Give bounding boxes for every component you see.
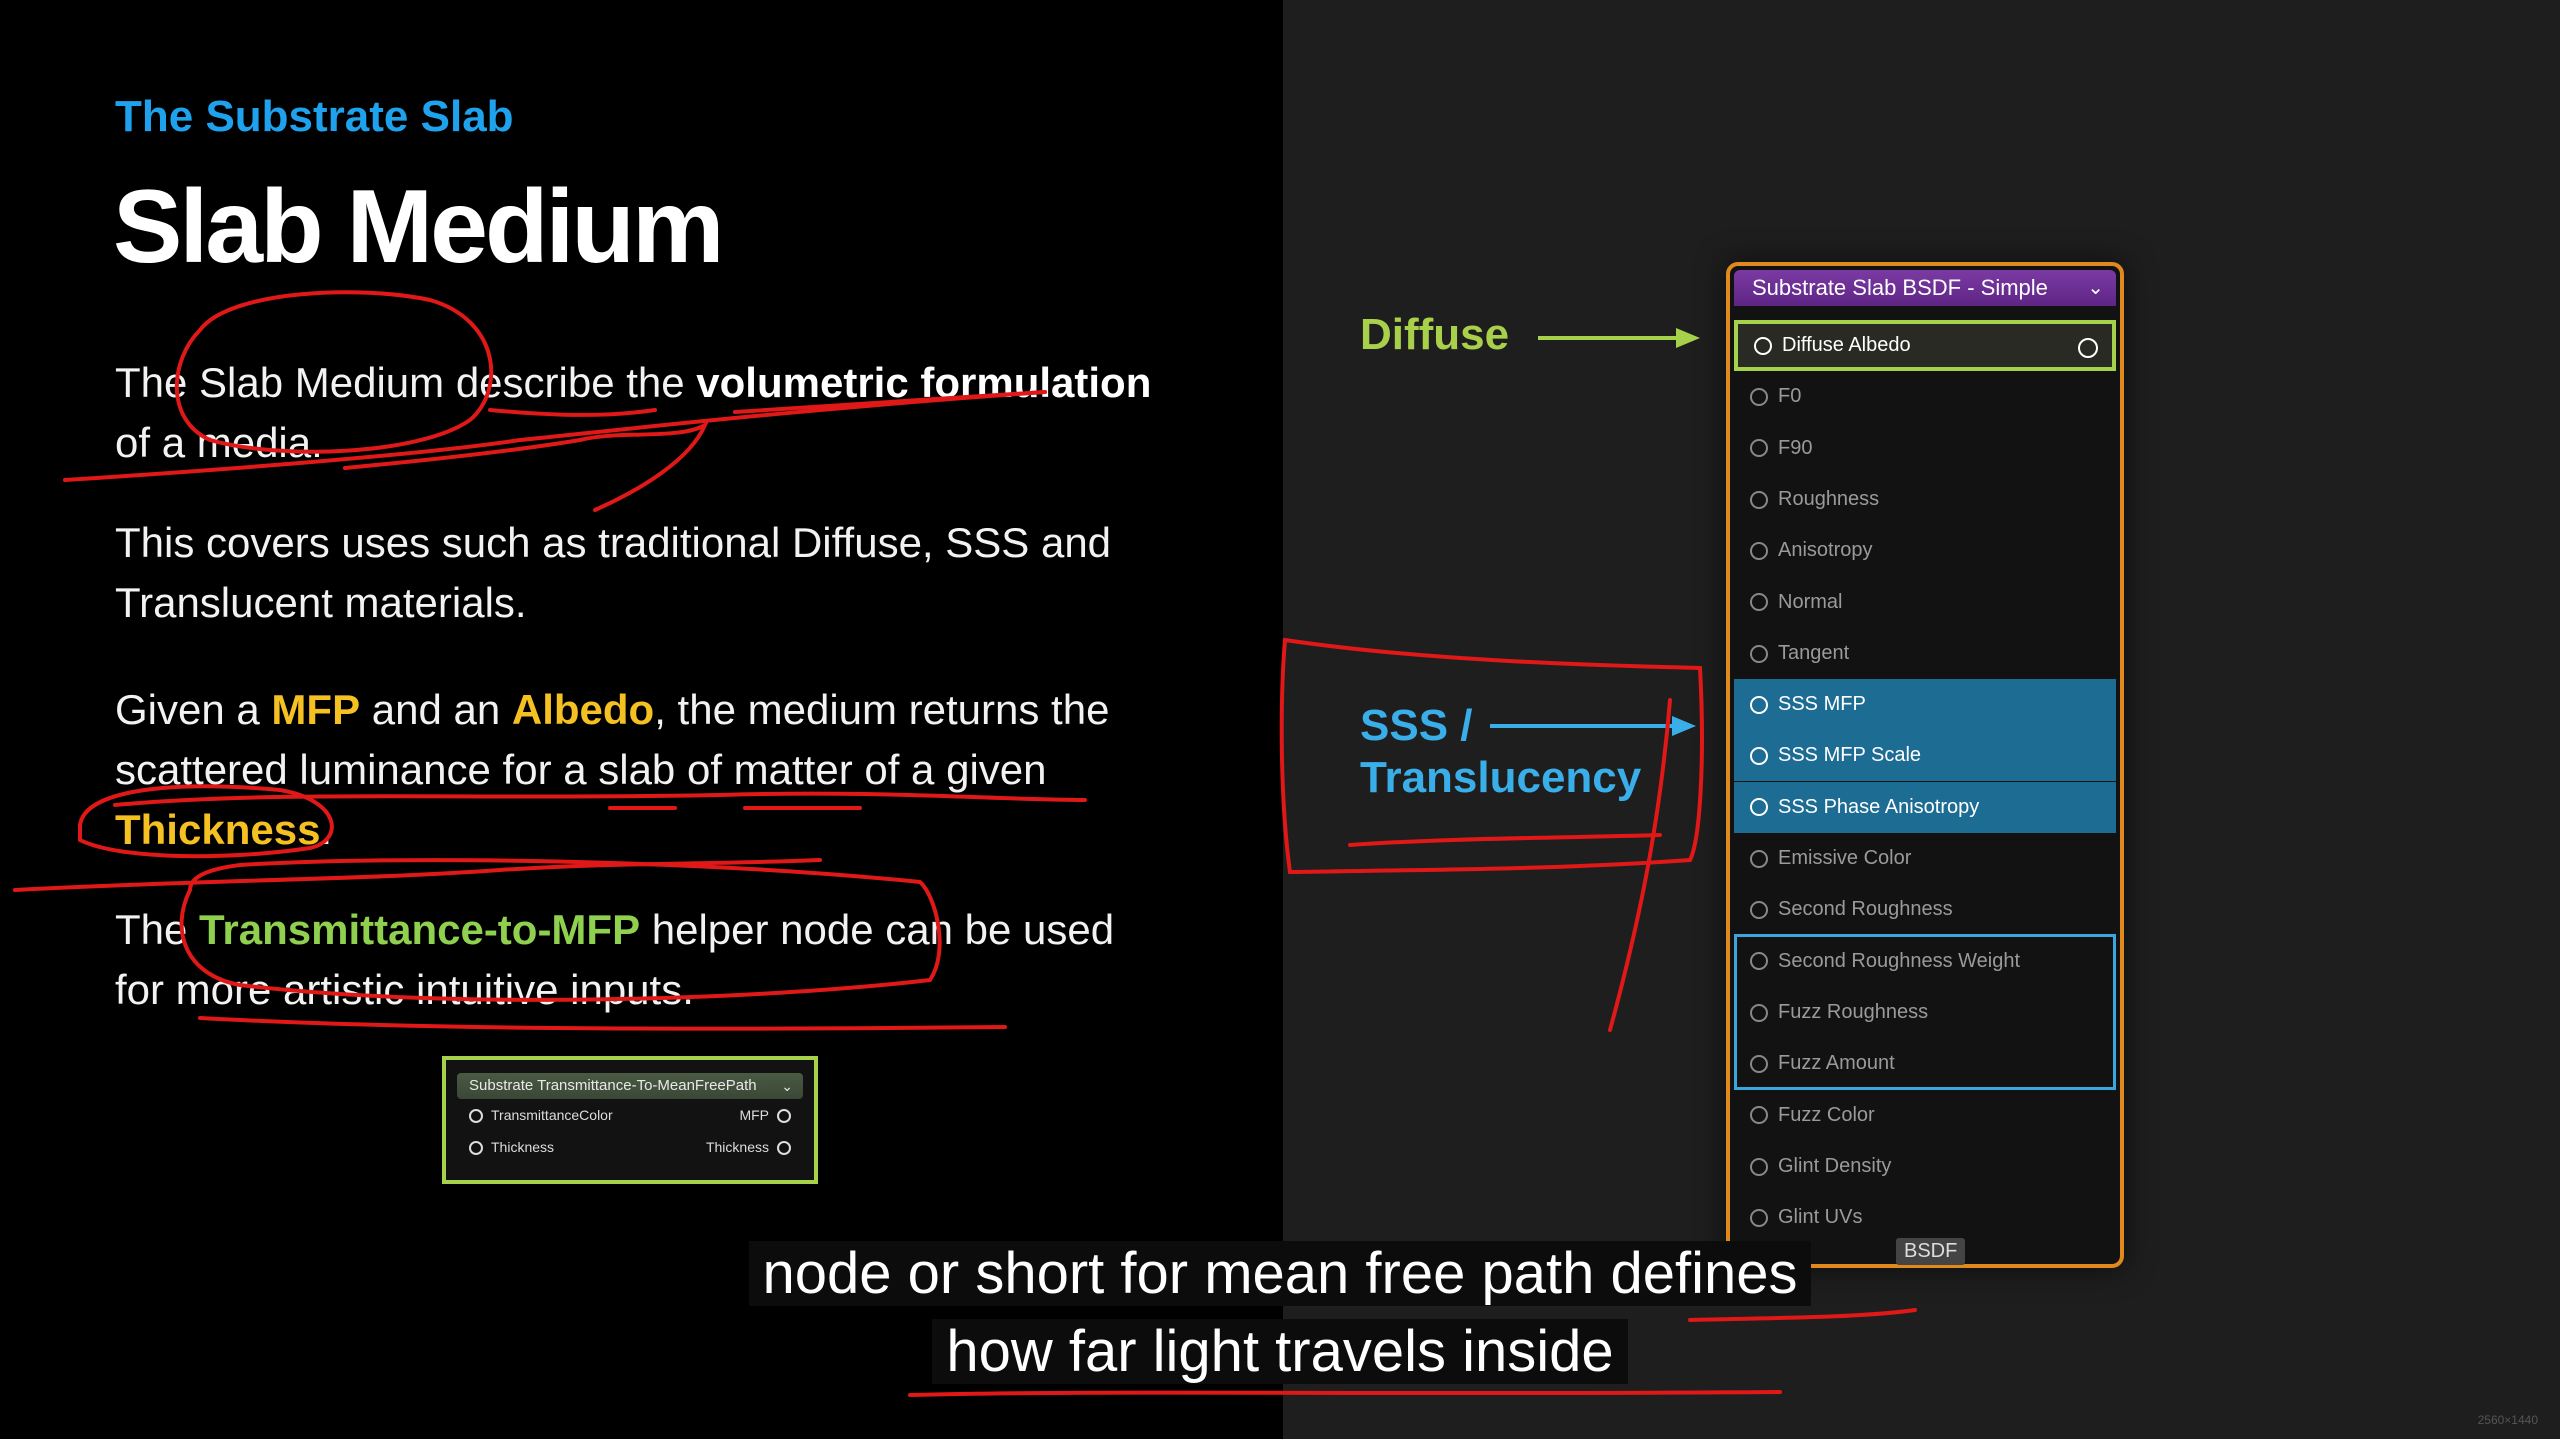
helper-output-thickness: Thickness bbox=[705, 1139, 769, 1155]
bsdf-pin-diffuse-albedo[interactable]: Diffuse Albedo bbox=[1734, 320, 2116, 371]
input-pin-icon[interactable] bbox=[1750, 849, 1768, 868]
bsdf-pin-label: Glint UVs bbox=[1778, 1206, 1863, 1229]
bsdf-pin-glint-density[interactable]: Glint Density bbox=[1734, 1141, 2116, 1192]
bsdf-pin-sss-phase-anisotropy[interactable]: SSS Phase Anisotropy bbox=[1734, 781, 2116, 833]
bsdf-pin-label: F90 bbox=[1778, 436, 1813, 459]
bsdf-pin-sss-mfp[interactable]: SSS MFP bbox=[1734, 679, 2116, 731]
bsdf-pin-label: Second Roughness bbox=[1778, 898, 1953, 921]
bsdf-pin-label: Second Roughness Weight bbox=[1778, 949, 2021, 972]
p1-text-1: The Slab Medium describe the bbox=[115, 359, 697, 406]
subtitle-line-1: node or short for mean free path defines bbox=[0, 1240, 2560, 1307]
bsdf-pin-label: Anisotropy bbox=[1778, 539, 1873, 562]
input-pin-icon[interactable] bbox=[1750, 901, 1768, 920]
slide-title: Slab Medium bbox=[113, 169, 724, 285]
input-pin-icon[interactable] bbox=[1750, 747, 1768, 766]
bsdf-pin-fuzz-roughness[interactable]: Fuzz Roughness bbox=[1734, 987, 2116, 1038]
label-sss-line1: SSS / bbox=[1360, 701, 1473, 750]
p3-text-1: Given a bbox=[115, 686, 272, 733]
input-pin-icon[interactable] bbox=[1750, 1054, 1768, 1073]
bsdf-pin-label: SSS Phase Anisotropy bbox=[1778, 795, 1980, 818]
bsdf-pin-label: Glint Density bbox=[1778, 1154, 1892, 1177]
input-pin-icon[interactable] bbox=[469, 1109, 483, 1124]
input-pin-icon[interactable] bbox=[1750, 798, 1768, 817]
p3-thickness: Thickness bbox=[115, 806, 321, 853]
bsdf-pin-label: Fuzz Amount bbox=[1778, 1052, 1895, 1075]
helper-node-row: TransmittanceColor MFP bbox=[457, 1099, 803, 1131]
bsdf-pin-emissive-color[interactable]: Emissive Color bbox=[1734, 833, 2116, 884]
bsdf-pin-sss-mfp-scale[interactable]: SSS MFP Scale bbox=[1734, 730, 2116, 782]
label-sss-line2: Translucency bbox=[1360, 753, 1642, 802]
bsdf-pin-second-roughness-weight[interactable]: Second Roughness Weight bbox=[1734, 936, 2116, 987]
chevron-down-icon[interactable]: ⌄ bbox=[781, 1073, 793, 1099]
p3-text-2: and an bbox=[360, 686, 512, 733]
helper-node-title: Substrate Transmittance-To-MeanFreePath bbox=[469, 1077, 757, 1094]
input-pin-icon[interactable] bbox=[1754, 336, 1772, 355]
input-pin-icon[interactable] bbox=[1750, 388, 1768, 407]
bsdf-pin-tangent[interactable]: Tangent bbox=[1734, 628, 2116, 679]
helper-input-thickness: Thickness bbox=[491, 1139, 555, 1155]
bsdf-pin-fuzz-color[interactable]: Fuzz Color bbox=[1734, 1090, 2116, 1141]
input-pin-icon[interactable] bbox=[1750, 1003, 1768, 1022]
input-pin-icon[interactable] bbox=[1750, 1157, 1768, 1176]
p4-node-name: Transmittance-to-MFP bbox=[199, 906, 641, 953]
p3-text-4: . bbox=[320, 806, 333, 853]
output-pin-icon[interactable] bbox=[777, 1109, 791, 1124]
bsdf-pin-label: Emissive Color bbox=[1778, 847, 1912, 869]
input-pin-icon[interactable] bbox=[1750, 541, 1768, 560]
bsdf-node-header[interactable]: Substrate Slab BSDF - Simple ⌄ bbox=[1734, 270, 2116, 306]
bsdf-pin-anisotropy[interactable]: Anisotropy bbox=[1734, 525, 2116, 576]
subtitle-line-2: how far light travels inside bbox=[0, 1318, 2560, 1385]
paragraph-uses: This covers uses such as traditional Dif… bbox=[115, 519, 1112, 626]
input-pin-icon[interactable] bbox=[1750, 593, 1768, 612]
input-pin-icon[interactable] bbox=[1750, 695, 1768, 714]
bsdf-pin-label: Roughness bbox=[1778, 487, 1880, 510]
p1-text-2: of a media. bbox=[115, 419, 323, 466]
label-diffuse: Diffuse bbox=[1360, 310, 1510, 359]
p3-albedo: Albedo bbox=[511, 686, 655, 733]
p3-mfp: MFP bbox=[271, 686, 361, 733]
input-pin-icon[interactable] bbox=[1750, 439, 1768, 458]
bsdf-pin-label: SSS MFP Scale bbox=[1778, 744, 1922, 767]
input-pin-icon[interactable] bbox=[1750, 1106, 1768, 1125]
output-pin-icon[interactable] bbox=[2078, 338, 2098, 358]
bsdf-pin-second-roughness[interactable]: Second Roughness bbox=[1734, 884, 2116, 935]
helper-output-mfp: MFP bbox=[739, 1107, 769, 1123]
bsdf-pin-label: SSS MFP bbox=[1778, 693, 1866, 716]
paragraph-slab-medium: The Slab Medium describe the volumetric … bbox=[115, 353, 1165, 473]
slide-eyebrow: The Substrate Slab bbox=[115, 92, 514, 141]
helper-node-row: Thickness Thickness bbox=[457, 1131, 803, 1163]
helper-input-transmittance: TransmittanceColor bbox=[491, 1107, 613, 1123]
bsdf-pin-label: Fuzz Roughness bbox=[1778, 1000, 1929, 1023]
helper-node[interactable]: Substrate Transmittance-To-MeanFreePath … bbox=[442, 1056, 818, 1184]
p4-text-1: The bbox=[115, 906, 200, 953]
bsdf-pin-f90[interactable]: F90 bbox=[1734, 423, 2116, 474]
output-pin-icon[interactable] bbox=[777, 1141, 791, 1156]
label-sss-translucency: SSS / Translucency bbox=[1360, 700, 1641, 804]
substrate-slab-bsdf-node[interactable]: Substrate Slab BSDF - Simple ⌄ Diffuse A… bbox=[1726, 262, 2124, 1268]
bsdf-pin-label: Fuzz Color bbox=[1778, 1103, 1875, 1126]
paragraph-mfp-albedo: Given a MFP and an Albedo, the medium re… bbox=[115, 680, 1165, 860]
paragraph-helper-node: The Transmittance-to-MFP helper node can… bbox=[115, 900, 1165, 1020]
p1-bold-volumetric: volumetric formulation bbox=[696, 359, 1152, 406]
helper-node-header[interactable]: Substrate Transmittance-To-MeanFreePath … bbox=[457, 1073, 803, 1099]
bsdf-pin-label: Tangent bbox=[1778, 641, 1850, 664]
bsdf-pin-label: Normal bbox=[1778, 590, 1843, 613]
bsdf-pin-f0[interactable]: F0 bbox=[1734, 371, 2116, 422]
input-pin-icon[interactable] bbox=[1750, 952, 1768, 971]
bsdf-pin-label: F0 bbox=[1778, 385, 1802, 408]
resolution-label: 2560×1440 bbox=[2477, 1413, 2538, 1427]
chevron-down-icon[interactable]: ⌄ bbox=[2087, 270, 2104, 306]
input-pin-icon[interactable] bbox=[1750, 1208, 1768, 1227]
bsdf-node-title: Substrate Slab BSDF - Simple bbox=[1752, 275, 2048, 300]
input-pin-icon[interactable] bbox=[469, 1141, 483, 1156]
bsdf-pin-roughness[interactable]: Roughness bbox=[1734, 474, 2116, 525]
bsdf-pin-glint-uvs[interactable]: Glint UVs bbox=[1734, 1192, 2116, 1243]
input-pin-icon[interactable] bbox=[1750, 644, 1768, 663]
bsdf-pin-fuzz-amount[interactable]: Fuzz Amount bbox=[1734, 1038, 2116, 1089]
bsdf-pin-label: Diffuse Albedo bbox=[1782, 334, 1911, 356]
bsdf-pin-normal[interactable]: Normal bbox=[1734, 577, 2116, 628]
input-pin-icon[interactable] bbox=[1750, 490, 1768, 509]
